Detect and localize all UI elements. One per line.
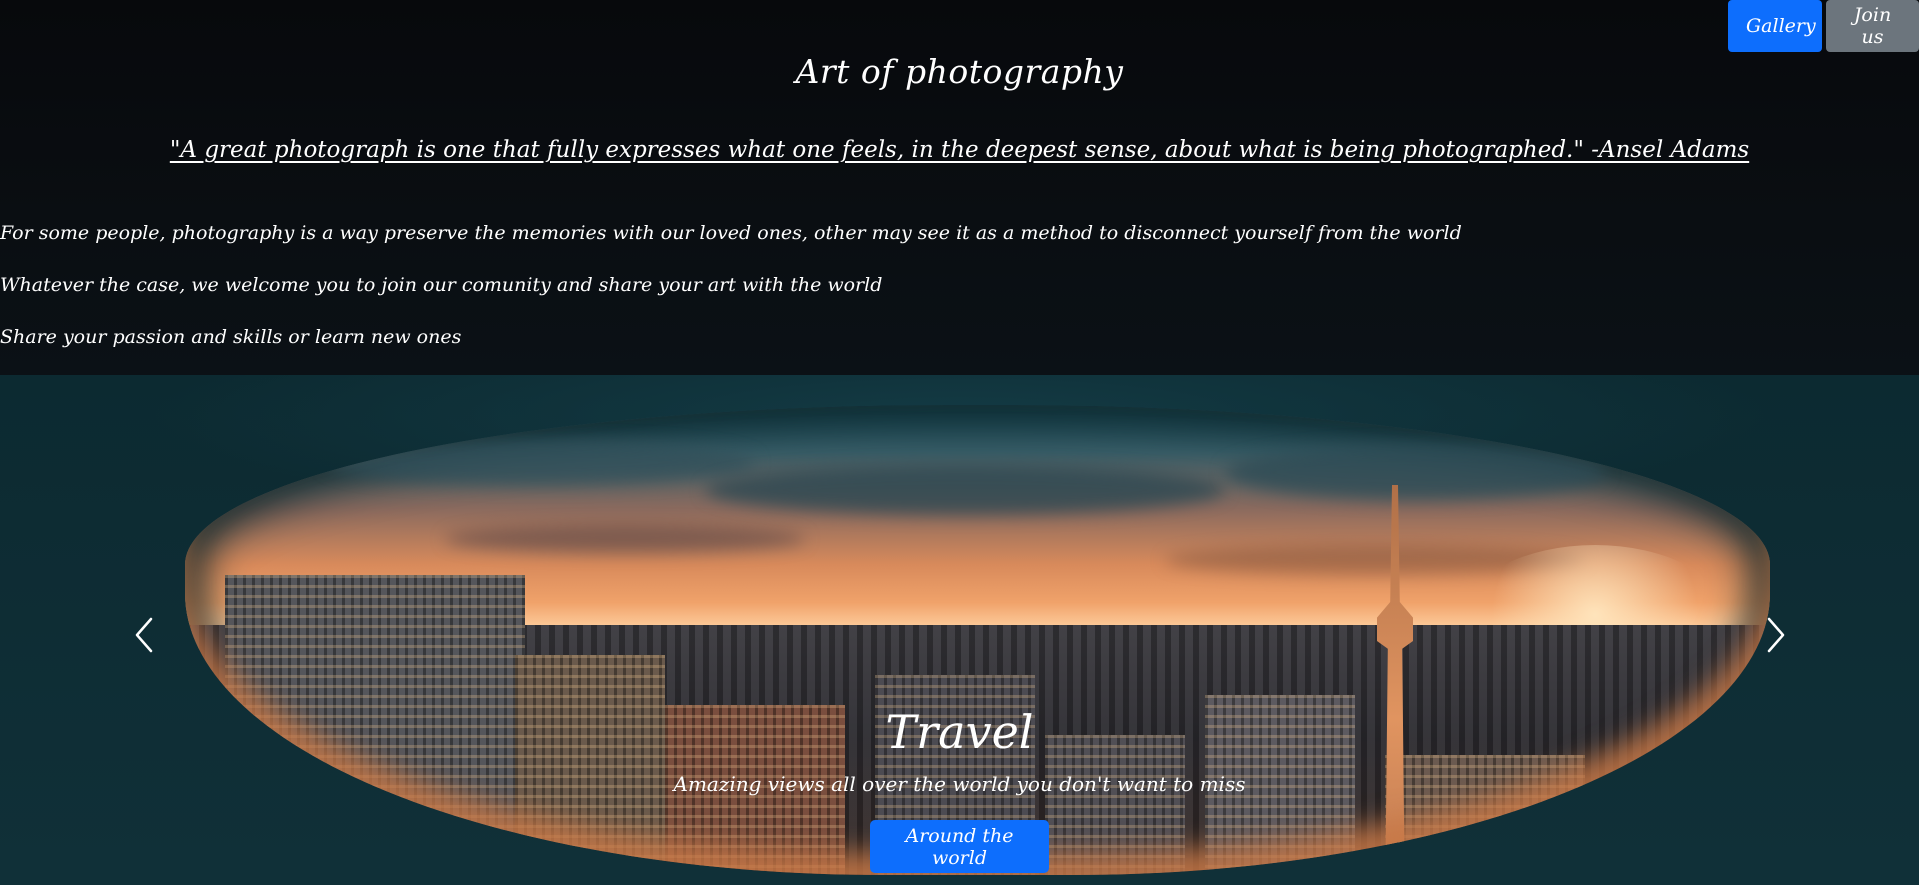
chevron-left-icon [135, 617, 153, 653]
intro-paragraph-2: Whatever the case, we welcome you to joi… [0, 274, 883, 296]
cloud-shape [1225, 445, 1605, 500]
intro-section: Gallery Join us Art of photography "A gr… [0, 0, 1919, 375]
around-the-world-button[interactable]: Around the world [870, 820, 1049, 873]
carousel-next-button[interactable] [1756, 605, 1796, 665]
intro-paragraph-1: For some people, photography is a way pr… [0, 222, 1462, 244]
slide-title: Travel [885, 705, 1034, 759]
cloud-shape [445, 525, 805, 553]
intro-paragraph-3: Share your passion and skills or learn n… [0, 326, 462, 348]
quote-text: "A great photograph is one that fully ex… [169, 137, 1750, 163]
cloud-shape [705, 465, 1225, 515]
photo-carousel: Travel Amazing views all over the world … [0, 375, 1919, 885]
join-us-button[interactable]: Join us [1826, 0, 1919, 52]
gallery-button[interactable]: Gallery [1728, 0, 1822, 52]
page-title: Art of photography [795, 52, 1124, 91]
top-nav: Gallery Join us [1728, 0, 1919, 52]
slide-caption: Amazing views all over the world you don… [673, 772, 1246, 796]
cloud-shape [325, 440, 755, 485]
carousel-prev-button[interactable] [124, 605, 164, 665]
chevron-right-icon [1767, 617, 1785, 653]
building [515, 655, 665, 875]
page: Gallery Join us Art of photography "A gr… [0, 0, 1919, 885]
carousel-slide-image [185, 405, 1770, 875]
